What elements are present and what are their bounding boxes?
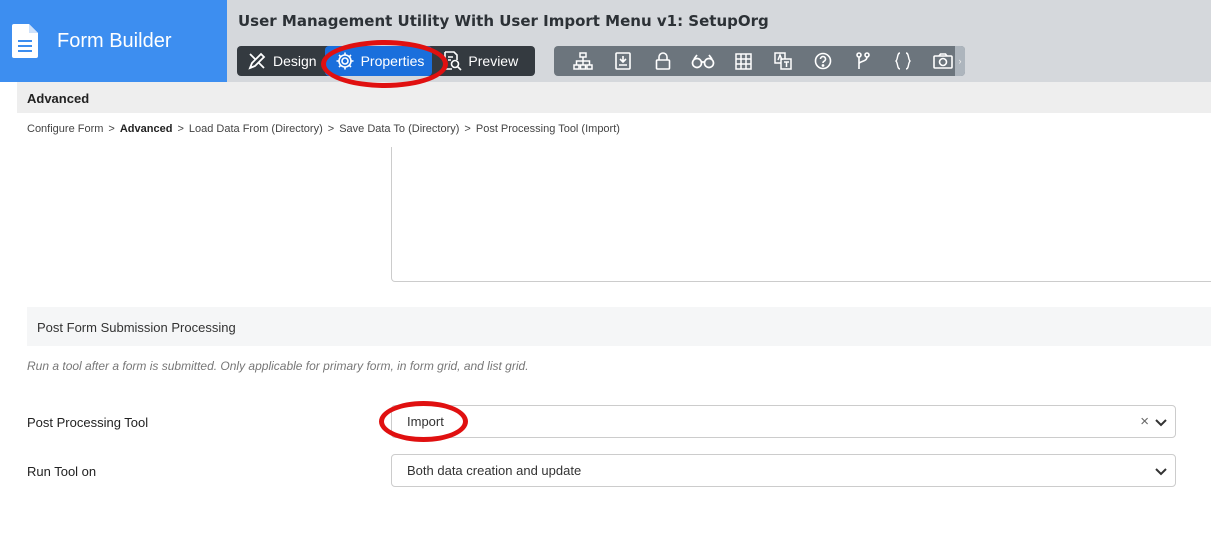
run-tool-on-select[interactable]: Both data creation and update [391,454,1176,487]
form-builder-screen: Form Builder User Management Utility Wit… [0,0,1211,551]
pencil-ruler-icon [248,52,266,70]
brand-bar: Form Builder [0,0,227,82]
breadcrumb-separator: > [464,123,471,135]
clear-icon[interactable]: × [1140,413,1149,430]
app-title: Form Builder [57,29,172,52]
preview-search-icon [444,51,462,71]
breadcrumb-item[interactable]: Post Processing Tool (Import) [476,123,620,135]
tools-scroll-right[interactable]: › [955,46,965,76]
tab-label: Properties [360,53,425,69]
breadcrumb-item[interactable]: Save Data To (Directory) [339,123,459,135]
breadcrumb-item[interactable]: Load Data From (Directory) [189,123,323,135]
mode-tabs: Design Properties Preview [237,46,535,76]
top-bar: User Management Utility With User Import… [227,0,1211,82]
selected-value: Import [407,414,444,429]
post-processing-tool-select[interactable]: Import × [391,405,1176,438]
tab-preview[interactable]: Preview [432,46,526,76]
breadcrumb-separator: > [177,123,184,135]
sitemap-icon[interactable] [563,46,603,76]
tab-label: Design [273,53,317,69]
chevron-down-icon[interactable] [1155,416,1167,431]
selected-value: Both data creation and update [407,463,582,478]
section-header: Advanced [17,82,1211,113]
text-area[interactable] [391,147,1211,282]
form-title: User Management Utility With User Import… [238,12,769,30]
breadcrumb-item[interactable]: Configure Form [27,123,103,135]
breadcrumb-item[interactable]: Advanced [120,123,173,135]
binoculars-icon[interactable] [683,46,723,76]
code-braces-icon[interactable] [883,46,923,76]
breadcrumb: Configure Form > Advanced > Load Data From (… [27,123,620,135]
tab-properties[interactable]: Properties [324,46,433,76]
form-icon[interactable] [603,46,643,76]
tool-icons-bar: › [554,46,965,76]
tab-label: Preview [468,53,519,69]
panel-hint: Run a tool after a form is submitted. On… [27,359,529,373]
branch-icon[interactable] [843,46,883,76]
chevron-down-icon[interactable] [1155,465,1167,480]
tab-design[interactable]: Design [237,46,325,76]
post-processing-tool-label: Post Processing Tool [27,415,149,430]
lock-icon[interactable] [643,46,683,76]
gear-icon [336,52,354,70]
document-icon [12,24,38,58]
translate-icon[interactable] [763,46,803,76]
breadcrumb-separator: > [327,123,335,135]
run-tool-on-label: Run Tool on [27,464,97,479]
grid-icon[interactable] [723,46,763,76]
panel-header: Post Form Submission Processing [27,307,1211,346]
breadcrumb-separator: > [108,123,115,135]
help-icon[interactable] [803,46,843,76]
